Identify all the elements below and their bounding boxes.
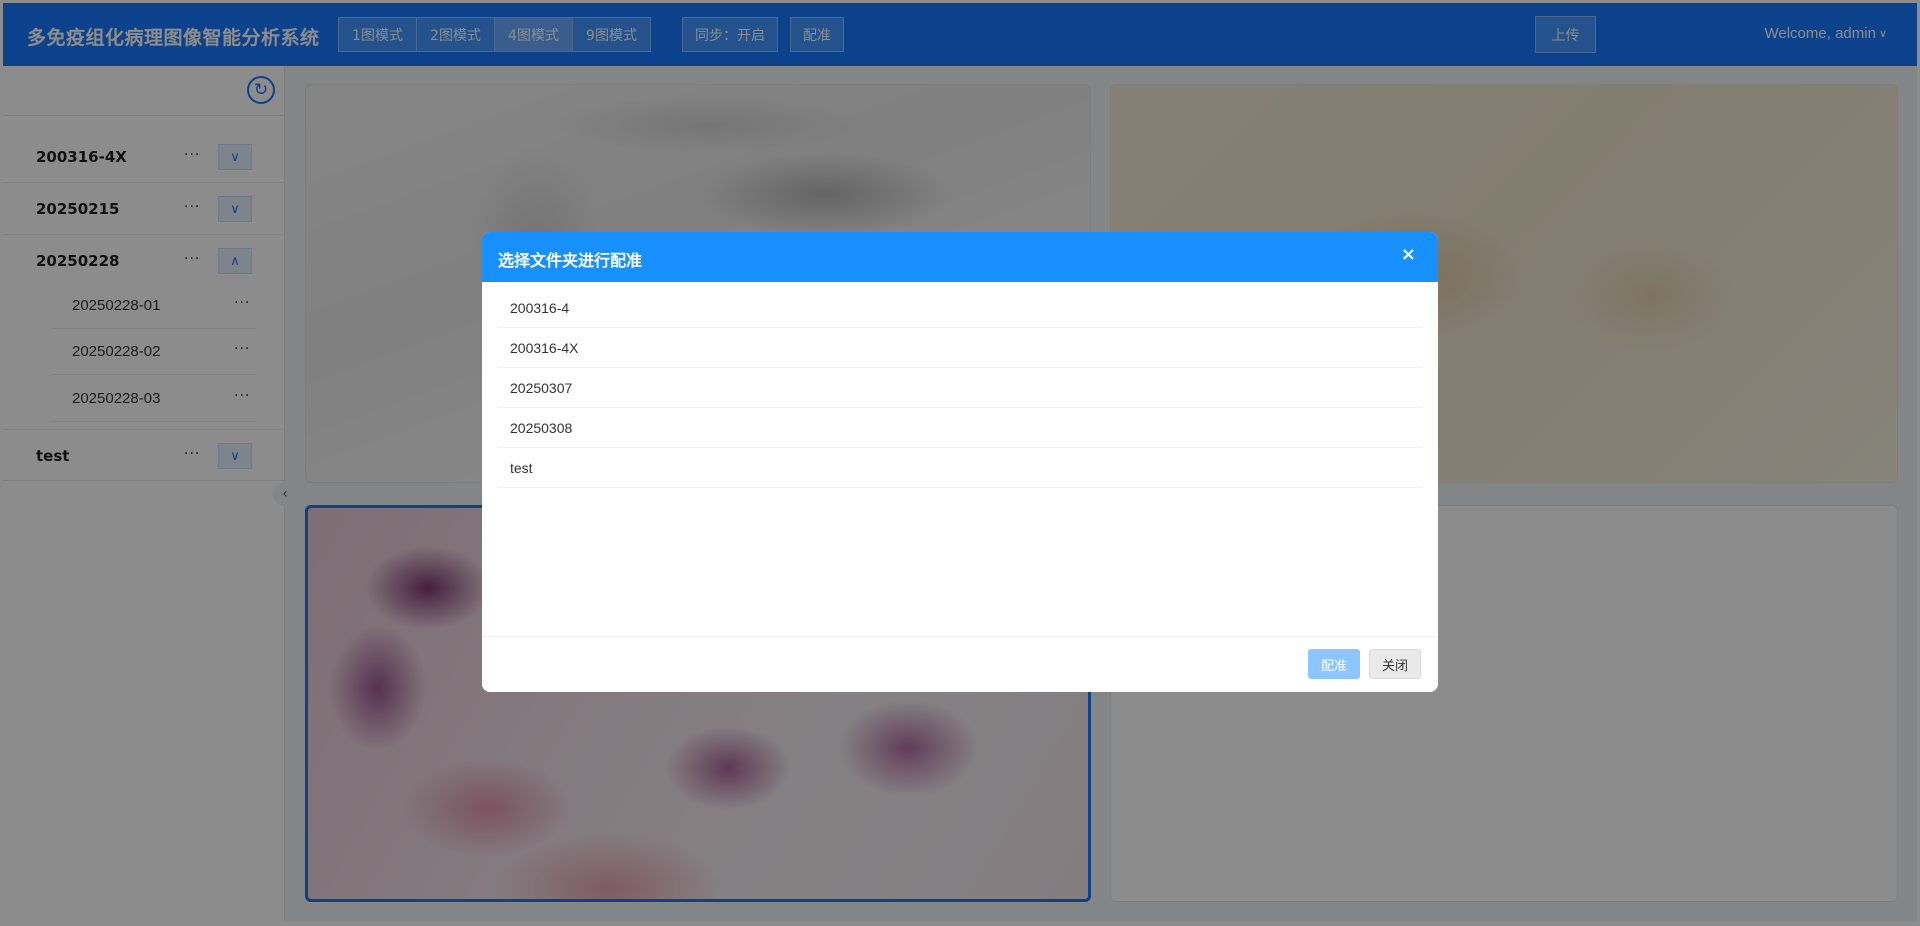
list-item[interactable]: 200316-4X [498,328,1422,368]
dialog-footer-divider [482,636,1438,637]
confirm-register-button[interactable]: 配准 [1308,649,1360,679]
register-folder-dialog: 选择文件夹进行配准 × 200316-4 200316-4X 20250307 … [482,232,1438,692]
dialog-header: 选择文件夹进行配准 × [482,232,1438,282]
folder-select-list: 200316-4 200316-4X 20250307 20250308 tes… [498,288,1422,488]
list-item[interactable]: 200316-4 [498,288,1422,328]
list-item[interactable]: 20250308 [498,408,1422,448]
list-item[interactable]: 20250307 [498,368,1422,408]
list-item[interactable]: test [498,448,1422,488]
close-icon[interactable]: × [1401,244,1416,265]
dialog-title: 选择文件夹进行配准 [498,251,643,270]
close-dialog-button[interactable]: 关闭 [1369,649,1421,679]
